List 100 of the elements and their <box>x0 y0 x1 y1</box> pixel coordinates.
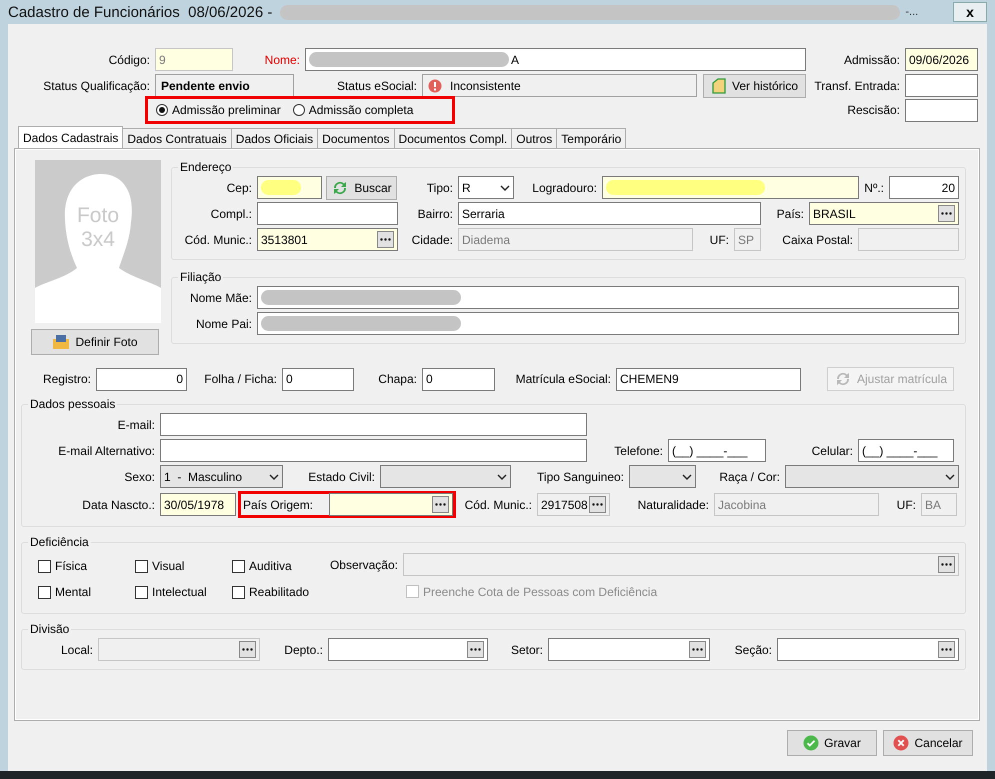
dropdown[interactable] <box>629 465 696 488</box>
status-display: Inconsistente <box>422 74 697 97</box>
alert-icon <box>428 78 442 92</box>
input-field[interactable] <box>329 493 453 516</box>
redaction-mark <box>261 180 302 195</box>
field-label: Nº.: <box>863 180 885 194</box>
field-label: Matrícula eSocial: <box>514 372 612 386</box>
set-photo-button[interactable]: Definir Foto <box>31 329 159 355</box>
status-display: Pendente envio <box>155 74 294 97</box>
input-field[interactable] <box>905 74 978 97</box>
input-field[interactable] <box>548 638 710 661</box>
input-field[interactable]: A <box>305 48 806 71</box>
checkbox[interactable]: Auditiva <box>232 559 329 573</box>
checkbox[interactable]: Reabilitado <box>232 585 329 599</box>
input-field[interactable] <box>160 413 587 436</box>
lookup-button[interactable] <box>432 496 449 513</box>
chevron-down-icon <box>497 474 507 480</box>
field-label: Folha / Ficha: <box>203 372 278 386</box>
field-label: Cidade: <box>410 232 454 246</box>
group-title: Filiação <box>179 270 222 284</box>
ellipsis-icon <box>380 238 391 241</box>
history-button[interactable]: Ver histórico <box>703 74 806 98</box>
field-label: E-mail Alternativo: <box>57 444 156 458</box>
input-field[interactable] <box>257 286 959 309</box>
field-label: Data Nascto.: <box>81 498 156 512</box>
input-field[interactable]: 2917508 <box>537 493 610 516</box>
field-label: Local: <box>60 642 94 656</box>
field-label: Telefone: <box>613 444 664 458</box>
field-label: Código: <box>108 52 151 66</box>
lookup-button[interactable] <box>938 205 955 222</box>
field-label: Tipo Sanguineo: <box>536 470 625 484</box>
save-button[interactable]: Gravar <box>787 730 877 756</box>
dropdown[interactable]: R <box>458 176 514 199</box>
field-label: País: <box>776 206 805 220</box>
tab[interactable]: Dados Cadastrais <box>18 126 124 148</box>
ellipsis-icon <box>941 563 952 566</box>
input-field[interactable] <box>257 312 959 335</box>
input-field[interactable]: 09/06/2026 <box>905 48 978 71</box>
field-label: Rescisão: <box>846 103 901 117</box>
input-field[interactable]: 20 <box>889 176 959 199</box>
input-field[interactable]: Serraria <box>458 202 761 225</box>
input-field[interactable]: (__) ____-___ <box>668 439 766 462</box>
chevron-down-icon <box>269 474 279 480</box>
group-title: Dados pessoais <box>29 397 116 411</box>
chevron-down-icon <box>945 474 955 480</box>
checkbox[interactable]: Física <box>38 559 135 573</box>
lookup-button[interactable] <box>689 641 706 658</box>
dropdown[interactable] <box>380 465 511 488</box>
lookup-button[interactable] <box>467 641 484 658</box>
group-title: Deficiência <box>29 535 90 549</box>
input-field[interactable] <box>602 176 859 199</box>
ellipsis-icon <box>692 648 703 651</box>
tab[interactable]: Temporário <box>556 128 626 148</box>
ellipsis-icon <box>941 648 952 651</box>
lookup-button[interactable] <box>589 496 606 513</box>
lookup-button[interactable] <box>938 641 955 658</box>
close-button[interactable]: x <box>953 2 987 22</box>
input-field[interactable]: 0 <box>96 368 187 390</box>
input-field[interactable] <box>257 176 322 199</box>
radio-option[interactable]: Admissão completa <box>292 103 414 117</box>
input-field[interactable] <box>905 98 978 122</box>
ellipsis-icon <box>242 648 253 651</box>
input-field[interactable]: CHEMEN9 <box>616 368 801 390</box>
input-field[interactable] <box>777 638 959 661</box>
input-field[interactable]: 0 <box>422 368 495 390</box>
checkbox[interactable]: Visual <box>135 559 232 573</box>
search-button[interactable]: Buscar <box>326 176 397 200</box>
dropdown[interactable]: 1 - Masculino <box>160 465 283 488</box>
field-label: Raça / Cor: <box>718 470 781 484</box>
checkbox[interactable]: Intelectual <box>135 585 232 599</box>
chevron-down-icon <box>500 184 510 190</box>
field-label: Status Qualificação: <box>42 78 151 92</box>
field-label: Cep: <box>226 180 253 194</box>
field-label: UF: <box>896 498 917 512</box>
field-label: Cód. Munic.: <box>464 498 533 512</box>
group-title: Divisão <box>29 622 70 636</box>
field-label: UF: <box>708 232 730 246</box>
input-field[interactable]: (__) ____-___ <box>858 439 954 462</box>
cancel-button[interactable]: Cancelar <box>883 730 973 756</box>
dropdown[interactable] <box>785 465 959 488</box>
input-field[interactable]: 3513801 <box>257 228 398 251</box>
checkbox[interactable]: Mental <box>38 585 135 599</box>
input-field[interactable] <box>160 439 587 462</box>
lookup-button[interactable] <box>377 231 394 248</box>
field-label: País Origem: <box>243 498 314 512</box>
check-icon <box>803 735 820 751</box>
field-label: Observação: <box>329 558 399 572</box>
field-label: E-mail: <box>116 418 156 432</box>
field-label: Cód. Munic.: <box>184 232 253 246</box>
field-label: Bairro: <box>416 206 454 220</box>
chevron-down-icon <box>682 474 692 480</box>
input-field[interactable]: BRASIL <box>809 202 959 225</box>
tab[interactable]: Documentos Compl. <box>394 128 512 148</box>
input-field[interactable] <box>328 638 488 661</box>
input-field[interactable]: 0 <box>282 368 354 390</box>
field-label: Status eSocial: <box>336 78 418 92</box>
radio-option[interactable]: Admissão preliminar <box>156 103 281 117</box>
field-label: Estado Civil: <box>307 470 376 484</box>
input-field[interactable] <box>257 202 398 225</box>
input-field[interactable]: 30/05/1978 <box>160 493 236 516</box>
